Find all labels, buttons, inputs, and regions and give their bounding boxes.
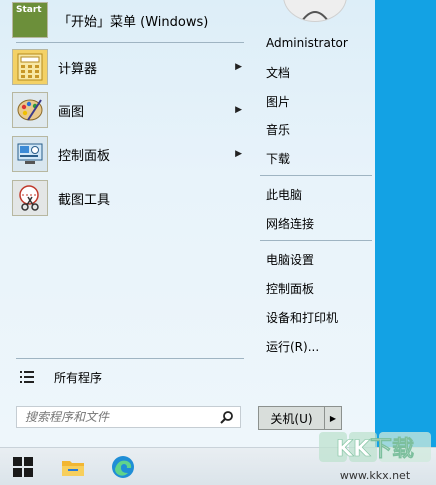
list-icon xyxy=(20,371,34,383)
pinned-start-menu-label: 「开始」菜单 (Windows) xyxy=(58,14,209,30)
right-separator-1 xyxy=(260,175,372,176)
right-item-administrator[interactable]: Administrator xyxy=(266,36,348,50)
app-label-snipping-tool: 截图工具 xyxy=(58,192,111,208)
shutdown-button[interactable]: 关机(U) ▶ xyxy=(258,406,342,430)
control-panel-icon xyxy=(12,136,48,172)
taskbar xyxy=(0,447,436,485)
app-label-calculator: 计算器 xyxy=(58,61,98,77)
submenu-arrow-icon[interactable]: ▶ xyxy=(235,105,242,115)
right-item-this-pc[interactable]: 此电脑 xyxy=(266,186,302,203)
windows-start-icon[interactable] xyxy=(12,456,34,478)
shutdown-label: 关机(U) xyxy=(270,411,313,426)
start-menu: Start 「开始」菜单 (Windows) 计算器 ▶ 画图 ▶ 控制面板 ▶… xyxy=(0,0,375,447)
left-separator-top xyxy=(16,42,244,43)
edge-browser-icon[interactable] xyxy=(110,454,136,480)
submenu-arrow-icon[interactable]: ▶ xyxy=(235,149,242,159)
paint-icon xyxy=(12,92,48,128)
start-menu-app-icon: Start xyxy=(12,2,48,38)
right-item-music[interactable]: 音乐 xyxy=(266,121,290,138)
search-icon[interactable] xyxy=(220,410,234,424)
app-label-paint: 画图 xyxy=(58,104,85,120)
right-item-downloads[interactable]: 下载 xyxy=(266,150,290,167)
all-programs-label: 所有程序 xyxy=(54,370,103,385)
app-item-calculator[interactable]: 计算器 ▶ xyxy=(12,47,248,87)
search-box[interactable] xyxy=(16,406,241,428)
pinned-start-menu-item[interactable]: Start 「开始」菜单 (Windows) xyxy=(12,0,248,40)
left-pane: Start 「开始」菜单 (Windows) 计算器 ▶ 画图 ▶ 控制面板 ▶… xyxy=(0,0,252,447)
snipping-tool-icon xyxy=(12,180,48,216)
app-item-control-panel[interactable]: 控制面板 ▶ xyxy=(12,134,248,174)
right-item-run[interactable]: 运行(R)... xyxy=(266,338,319,355)
search-input[interactable] xyxy=(23,409,220,425)
left-separator-bottom xyxy=(16,358,244,359)
shutdown-options-arrow-icon[interactable]: ▶ xyxy=(324,407,341,429)
calculator-icon xyxy=(12,49,48,85)
right-item-devices-printers[interactable]: 设备和打印机 xyxy=(266,309,338,326)
app-item-snipping-tool[interactable]: 截图工具 xyxy=(12,178,248,218)
submenu-arrow-icon[interactable]: ▶ xyxy=(235,62,242,72)
app-label-control-panel: 控制面板 xyxy=(58,148,111,164)
all-programs-button[interactable]: 所有程序 xyxy=(12,362,248,392)
file-explorer-icon[interactable] xyxy=(60,454,86,480)
app-item-paint[interactable]: 画图 ▶ xyxy=(12,90,248,130)
right-separator-2 xyxy=(260,240,372,241)
right-item-network[interactable]: 网络连接 xyxy=(266,215,314,232)
right-item-pc-settings[interactable]: 电脑设置 xyxy=(266,251,314,268)
right-item-documents[interactable]: 文档 xyxy=(266,64,290,81)
right-pane: Administrator 文档 图片 音乐 下载 此电脑 网络连接 电脑设置 … xyxy=(256,0,375,447)
right-item-control-panel[interactable]: 控制面板 xyxy=(266,280,314,297)
right-item-pictures[interactable]: 图片 xyxy=(266,93,290,110)
